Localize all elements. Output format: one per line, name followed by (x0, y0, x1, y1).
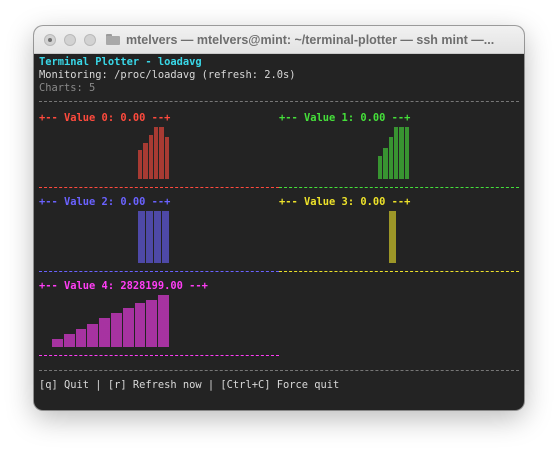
panel-1-title: +-- Value 1: 0.00 --+ (279, 112, 411, 124)
bar-column (154, 211, 161, 263)
bar-column (75, 329, 87, 347)
window-title: mtelvers — mtelvers@mint: ~/terminal-plo… (126, 32, 495, 47)
close-button[interactable] (44, 33, 56, 46)
bar-column (146, 211, 153, 263)
bar-column (158, 295, 169, 347)
panel-3-bars (389, 211, 397, 263)
terminal-window[interactable]: mtelvers — mtelvers@mint: ~/terminal-plo… (34, 26, 524, 410)
bar-column (138, 150, 143, 179)
terminal-content[interactable]: Terminal Plotter - loadavg Monitoring: /… (34, 54, 524, 410)
panel-3-title: +-- Value 3: 0.00 --+ (279, 196, 411, 208)
title-bar[interactable]: mtelvers — mtelvers@mint: ~/terminal-plo… (34, 26, 524, 54)
panel-3-baseline (279, 271, 519, 272)
bar-column (52, 339, 63, 347)
bar-column (122, 308, 134, 347)
bar-column (388, 137, 393, 179)
separator-top (39, 101, 519, 102)
bar-column (383, 148, 388, 179)
panel-1-baseline (279, 187, 519, 188)
bar-column (399, 127, 404, 179)
bar-column (111, 313, 122, 347)
panel-2-baseline (39, 271, 279, 272)
panel-2-bars (138, 211, 170, 263)
bar-column (159, 127, 164, 179)
panel-0-title: +-- Value 0: 0.00 --+ (39, 112, 171, 124)
panel-4-title: +-- Value 4: 2828199.00 --+ (39, 280, 208, 292)
bar-column (143, 143, 148, 179)
bar-column (164, 137, 169, 179)
bar-column (146, 300, 158, 347)
bar-column (148, 135, 153, 179)
panel-0-baseline (39, 187, 279, 188)
panel-2-title: +-- Value 2: 0.00 --+ (39, 196, 171, 208)
bar-column (99, 318, 110, 347)
bar-column (404, 127, 409, 179)
bar-column (162, 211, 169, 263)
bar-column (154, 127, 159, 179)
panel-1-bars (378, 127, 410, 179)
bar-column (138, 211, 145, 263)
panel-0-bars (138, 127, 170, 179)
bar-column (63, 334, 75, 347)
bar-column (87, 324, 99, 347)
bar-column (394, 127, 399, 179)
zoom-button[interactable] (84, 33, 96, 46)
folder-icon (106, 34, 120, 45)
footer-help: [q] Quit | [r] Refresh now | [Ctrl+C] Fo… (39, 379, 340, 391)
bar-column (389, 211, 396, 263)
charts-count: Charts: 5 (39, 82, 96, 94)
bar-column (378, 156, 383, 179)
monitoring-line: Monitoring: /proc/loadavg (refresh: 2.0s… (39, 69, 296, 81)
panel-4-baseline (39, 355, 279, 356)
minimize-button[interactable] (64, 33, 76, 46)
bar-column (134, 303, 146, 347)
panel-4-bars (52, 295, 170, 347)
separator-bottom (39, 370, 519, 371)
header-title: Terminal Plotter - loadavg (39, 56, 202, 68)
